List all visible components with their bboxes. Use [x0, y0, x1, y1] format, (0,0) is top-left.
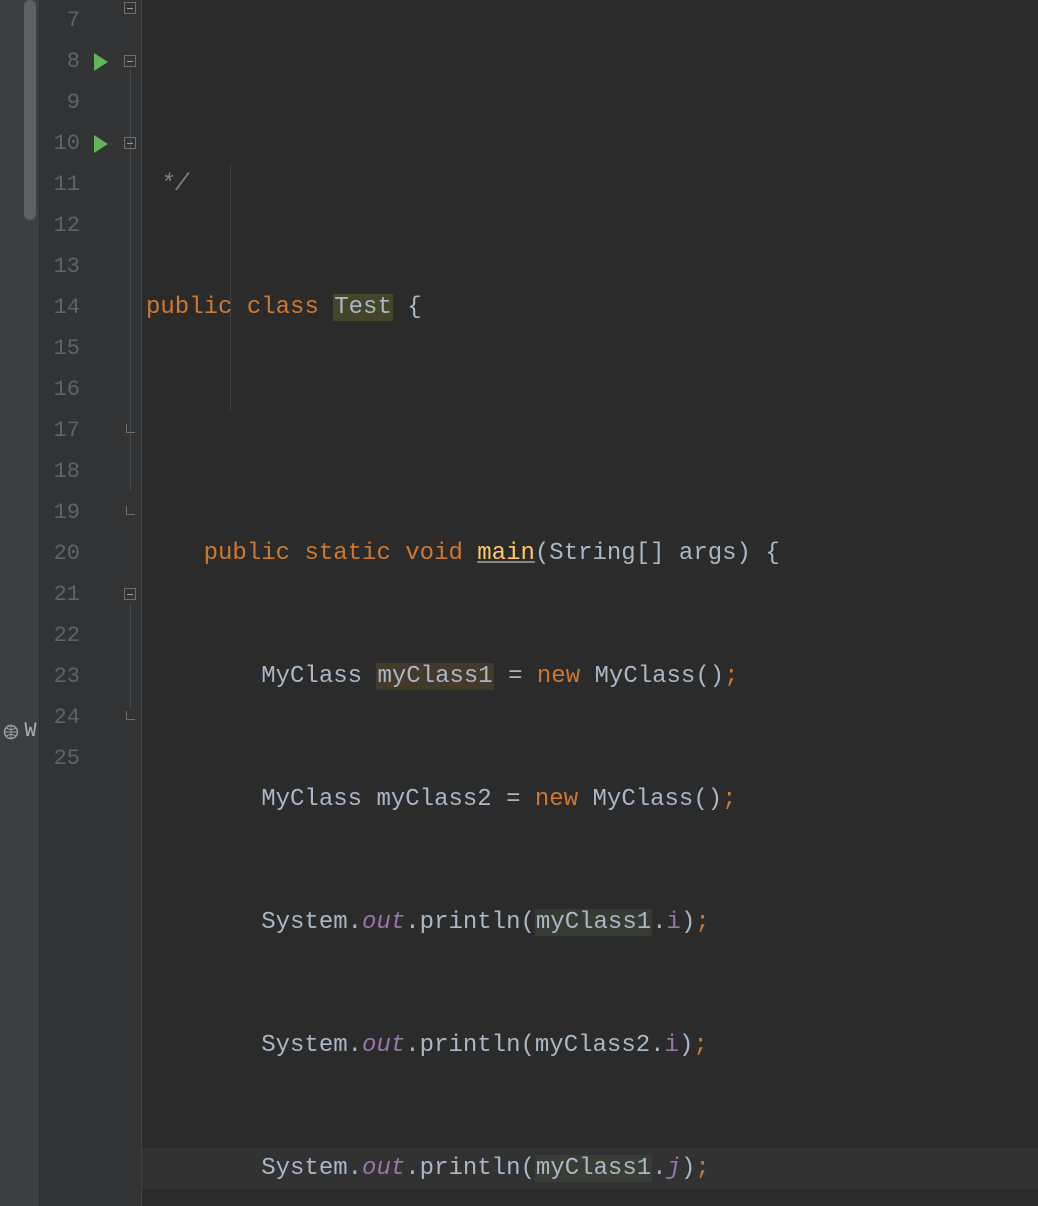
- run-gutter-icon[interactable]: [94, 53, 108, 71]
- line-number: 8: [40, 41, 80, 82]
- fold-toggle-icon[interactable]: [124, 137, 136, 149]
- fold-toggle-icon[interactable]: [124, 588, 136, 600]
- token-field: out: [362, 1155, 405, 1182]
- token-identifier: myClass2: [376, 786, 491, 813]
- line-number: 22: [40, 615, 80, 656]
- run-gutter-icon[interactable]: [94, 135, 108, 153]
- line-number: 24: [40, 697, 80, 738]
- main-column: 7 8 9 10 11 12 13 14 15 16 17 18 19 20 2…: [40, 0, 1038, 1206]
- token-keyword: void: [405, 540, 463, 567]
- sidebar-cropped-item[interactable]: W: [2, 720, 36, 743]
- token-type: MyClass: [261, 786, 362, 813]
- token-identifier: myClass1: [376, 663, 493, 690]
- token-keyword: static: [304, 540, 390, 567]
- code-text-area[interactable]: */ public class Test { public static voi…: [142, 0, 1038, 1206]
- code-editor[interactable]: 7 8 9 10 11 12 13 14 15 16 17 18 19 20 2…: [40, 0, 1038, 1206]
- token-keyword: public: [146, 294, 232, 321]
- token-keyword: public: [204, 540, 290, 567]
- token-identifier: myClass1: [535, 909, 652, 936]
- line-number: 13: [40, 246, 80, 287]
- token-type: MyClass: [261, 663, 362, 690]
- line-number: 7: [40, 0, 80, 41]
- line-number: 16: [40, 369, 80, 410]
- token-keyword: new: [535, 786, 578, 813]
- line-number: 10: [40, 123, 80, 164]
- left-scrollbar-thumb[interactable]: [24, 0, 36, 220]
- token-method: println: [420, 909, 521, 936]
- token-keyword: class: [247, 294, 319, 321]
- gutter-line-numbers: 7 8 9 10 11 12 13 14 15 16 17 18 19 20 2…: [40, 0, 86, 1206]
- line-number: 15: [40, 328, 80, 369]
- left-tool-strip: W: [0, 0, 40, 1206]
- token-type: MyClass: [593, 786, 694, 813]
- fold-guide-line: [130, 603, 131, 708]
- token-field: i: [665, 1032, 679, 1059]
- gutter-fold-markers: [122, 0, 142, 1206]
- token-type: System: [261, 1032, 347, 1059]
- line-number: 17: [40, 410, 80, 451]
- token-identifier: myClass1: [535, 1155, 652, 1182]
- line-number: 11: [40, 164, 80, 205]
- token-static-field: j: [667, 1155, 681, 1182]
- token-type: System: [261, 909, 347, 936]
- line-number: 21: [40, 574, 80, 615]
- token-classname: Test: [333, 294, 393, 321]
- token-keyword: new: [537, 663, 580, 690]
- line-number: 18: [40, 451, 80, 492]
- token-identifier: args: [679, 540, 737, 567]
- token-field: out: [362, 1032, 405, 1059]
- fold-toggle-icon[interactable]: [124, 55, 136, 67]
- line-number: 14: [40, 287, 80, 328]
- line-number: 19: [40, 492, 80, 533]
- token-comment: */: [160, 171, 189, 198]
- line-number: 20: [40, 533, 80, 574]
- fold-end-icon: [124, 506, 136, 518]
- token-type: String[]: [549, 540, 664, 567]
- sidebar-item-label: W: [24, 720, 36, 743]
- globe-icon: [2, 724, 18, 740]
- token-method: println: [420, 1155, 521, 1182]
- fold-end-icon: [124, 711, 136, 723]
- line-number: 9: [40, 82, 80, 123]
- token-field: i: [667, 909, 681, 936]
- token-brace: {: [407, 294, 421, 321]
- fold-toggle-icon[interactable]: [124, 2, 136, 14]
- token-type: System: [261, 1155, 347, 1182]
- line-number: 23: [40, 656, 80, 697]
- token-type: MyClass: [595, 663, 696, 690]
- gutter-run-markers: [86, 0, 122, 1206]
- token-method-name: main: [477, 540, 535, 567]
- token-method: println: [420, 1032, 521, 1059]
- fold-end-icon: [124, 424, 136, 436]
- token-field: out: [362, 909, 405, 936]
- line-number: 25: [40, 738, 80, 779]
- token-identifier: myClass2: [535, 1032, 650, 1059]
- line-number: 12: [40, 205, 80, 246]
